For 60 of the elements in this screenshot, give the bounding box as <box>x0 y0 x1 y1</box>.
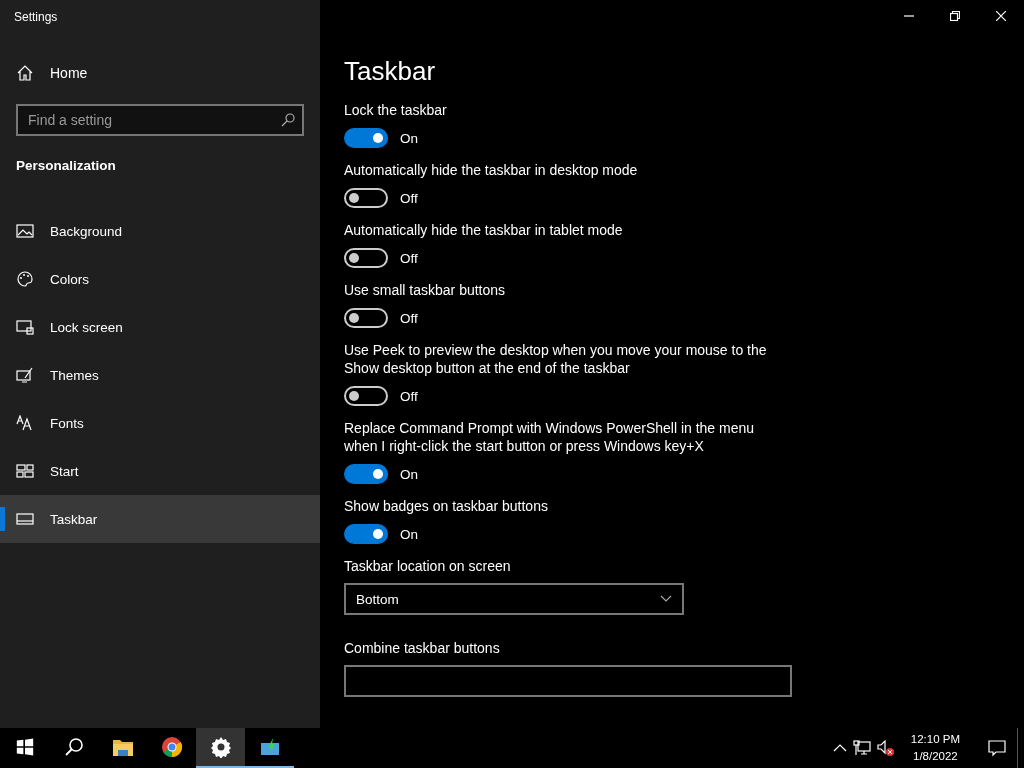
nav-item[interactable]: Taskbar <box>0 495 320 543</box>
monitor-brush-icon <box>16 367 34 383</box>
search-field[interactable]: Find a setting <box>16 104 304 136</box>
lock-screen-icon <box>16 319 34 335</box>
nav-item[interactable]: Lock screen <box>0 303 320 351</box>
page-title: Taskbar <box>344 56 437 87</box>
toggle-state: Off <box>400 310 418 326</box>
close-icon <box>996 11 1006 21</box>
home-link[interactable]: Home <box>0 48 320 98</box>
toggle-state: Off <box>400 388 418 404</box>
taskbar-button[interactable] <box>196 728 245 768</box>
network-icon[interactable] <box>852 740 871 756</box>
speaker-muted-icon[interactable] <box>876 740 895 756</box>
picture-icon <box>16 223 34 239</box>
setting-label: Show badges on taskbar buttons <box>344 497 549 515</box>
windows-logo-icon <box>15 738 34 756</box>
combine-dropdown[interactable] <box>344 665 792 697</box>
setting-label: Taskbar location on screen <box>344 557 512 575</box>
nav-item[interactable]: Background <box>0 207 320 255</box>
toggle-state: Off <box>400 250 418 266</box>
nav-item[interactable]: Themes <box>0 351 320 399</box>
search-icon <box>281 113 295 127</box>
location-dropdown[interactable]: Bottom <box>344 583 684 615</box>
speech-bubble-icon <box>987 739 1006 757</box>
nav-item[interactable]: Fonts <box>0 399 320 447</box>
chevron-up-icon[interactable] <box>832 743 847 753</box>
nav-item[interactable]: Colors <box>0 255 320 303</box>
toggle-switch[interactable] <box>344 524 388 544</box>
setting-label: Automatically hide the taskbar in tablet mode <box>344 221 624 239</box>
toggle-switch[interactable] <box>344 188 388 208</box>
setting-label: Automatically hide the taskbar in desktop mode <box>344 161 639 179</box>
gear-icon <box>209 736 232 758</box>
browser-icon <box>160 736 183 758</box>
clock[interactable]: 12:10 PM 1/8/2022 <box>900 731 970 765</box>
toggle-state: On <box>400 130 418 146</box>
toggle-switch[interactable] <box>344 128 388 148</box>
monitor-app-icon <box>258 736 281 758</box>
toggle-switch[interactable] <box>344 464 388 484</box>
restore-icon <box>950 11 960 21</box>
toggle-state: Off <box>400 190 418 206</box>
tiles-icon <box>16 463 34 479</box>
fonts-icon <box>16 415 34 431</box>
toggle-switch[interactable] <box>344 386 388 406</box>
section-heading: Personalization <box>15 158 117 173</box>
toggle-switch[interactable] <box>344 248 388 268</box>
chevron-down-icon <box>660 595 672 603</box>
selection-indicator <box>0 507 5 531</box>
toggle-switch[interactable] <box>344 308 388 328</box>
nav-item[interactable]: Start <box>0 447 320 495</box>
palette-icon <box>16 271 34 287</box>
window-title: Settings <box>13 9 59 26</box>
toggle-state: On <box>400 526 418 542</box>
setting-label: Use small taskbar buttons <box>344 281 507 299</box>
home-icon <box>16 64 34 82</box>
setting-label: Use Peek to preview the desktop when you move your mouse to the Show desktop button at the end of the taskbar <box>344 341 768 377</box>
setting-label: Combine taskbar buttons <box>344 639 501 657</box>
setting-label: Lock the taskbar <box>344 101 448 119</box>
taskbar-icon <box>16 511 34 527</box>
setting-label: Replace Command Prompt with Windows PowerShell in the menu when I right-click the start button or press Windows key+X <box>344 419 756 455</box>
toggle-state: On <box>400 466 418 482</box>
